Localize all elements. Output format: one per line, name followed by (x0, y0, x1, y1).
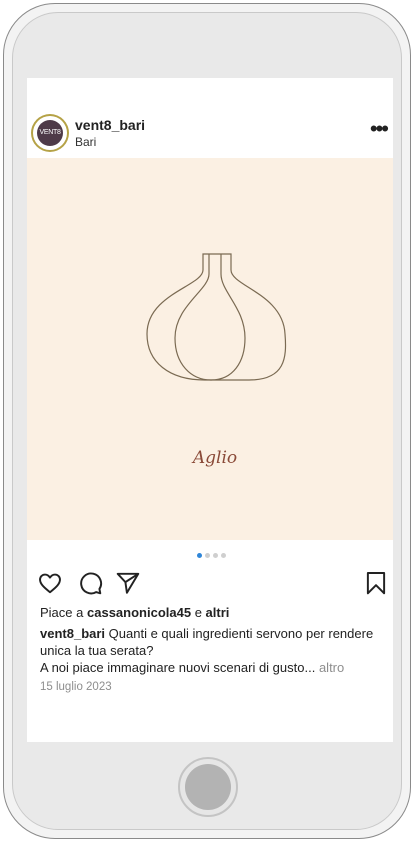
home-button[interactable] (178, 757, 238, 817)
liked-by-user[interactable]: cassanonicola45 (87, 605, 191, 620)
post-actions (37, 570, 387, 598)
avatar-logo: VENT8 (37, 120, 63, 146)
avatar[interactable]: VENT8 (31, 114, 69, 152)
carousel-indicator (197, 553, 229, 559)
carousel-dot-4 (221, 553, 226, 558)
bookmark-icon[interactable] (363, 570, 389, 596)
likes-joiner: e (194, 605, 202, 620)
caption-more-link[interactable]: altro (319, 660, 344, 675)
likes-others[interactable]: altri (206, 605, 230, 620)
post-image[interactable]: Aglio (27, 158, 393, 540)
heart-icon[interactable] (37, 570, 63, 596)
post-header: VENT8 vent8_bari Bari ••• (27, 112, 393, 156)
carousel-dot-2 (205, 553, 210, 558)
more-options-icon[interactable]: ••• (370, 118, 389, 140)
instagram-post-screen: VENT8 vent8_bari Bari ••• Aglio Piace a … (27, 78, 393, 742)
post-location[interactable]: Bari (75, 135, 96, 149)
garlic-illustration (146, 253, 287, 381)
item-name: Aglio (192, 448, 238, 468)
post-username[interactable]: vent8_bari (75, 117, 145, 133)
post-caption: vent8_bari Quanti e quali ingredienti se… (40, 625, 385, 676)
carousel-dot-1 (197, 553, 202, 558)
caption-line-2: A noi piace immaginare nuovi scenari di … (40, 660, 316, 675)
caption-username[interactable]: vent8_bari (40, 626, 105, 641)
likes-summary: Piace a cassanonicola45 e altri (40, 605, 229, 620)
post-date: 15 luglio 2023 (40, 681, 112, 693)
carousel-dot-3 (213, 553, 218, 558)
send-icon[interactable] (115, 570, 141, 596)
likes-prefix: Piace a (40, 605, 84, 620)
comment-icon[interactable] (77, 570, 103, 596)
